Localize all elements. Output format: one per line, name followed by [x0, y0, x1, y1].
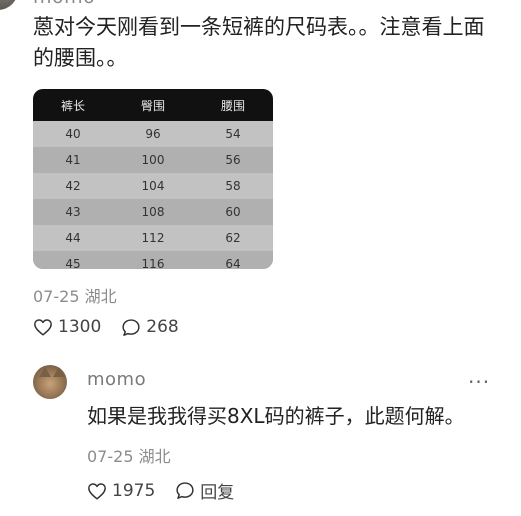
reply-like-count: 1975 — [112, 480, 156, 501]
header-length: 裤长 — [33, 89, 113, 121]
cell: 40 — [33, 121, 113, 147]
cell: 42 — [33, 173, 113, 199]
cell: 62 — [193, 225, 273, 251]
header-hip: 臀围 — [113, 89, 193, 121]
cell: 43 — [33, 199, 113, 225]
heart-icon — [34, 319, 52, 336]
reply-date: 07-25 — [87, 447, 134, 466]
comment-bubble-icon — [176, 482, 194, 499]
cell: 64 — [193, 251, 273, 269]
cell: 54 — [193, 121, 273, 147]
more-dots-icon[interactable]: ··· — [468, 370, 490, 394]
reply-location: 湖北 — [138, 447, 171, 466]
reply-author-name[interactable]: momo — [87, 369, 146, 390]
table-row: 44 112 62 — [33, 225, 273, 251]
cell: 60 — [193, 199, 273, 225]
author-avatar[interactable] — [0, 0, 18, 10]
cell: 96 — [113, 121, 193, 147]
comment-count: 268 — [146, 317, 179, 337]
cell: 44 — [33, 225, 113, 251]
post-actions: 1300 268 — [33, 317, 199, 337]
cell: 45 — [33, 251, 113, 269]
author-name[interactable]: momo — [33, 0, 95, 8]
cell: 58 — [193, 173, 273, 199]
cell: 108 — [113, 199, 193, 225]
header-waist: 腰围 — [193, 89, 273, 121]
table-row: 41 100 56 — [33, 147, 273, 173]
post-location: 湖北 — [84, 287, 117, 306]
reply-meta: 07-25 湖北 — [87, 443, 171, 467]
reply-text: 如果是我我得买8XL码的裤子，此题何解。 — [87, 404, 465, 428]
post-meta: 07-25 湖北 — [33, 283, 117, 307]
reply-actions: 1975 回复 — [87, 478, 254, 503]
heart-icon — [88, 482, 106, 500]
comment-bubble-icon — [122, 318, 140, 336]
cell: 100 — [113, 147, 193, 173]
table-row: 45 116 64 — [33, 251, 273, 269]
post-text: 蒽对今天刚看到一条短裤的尺码表。。注意看上面的腰围。。 — [33, 15, 485, 70]
reply-like-button[interactable]: 1975 — [87, 481, 155, 501]
like-button[interactable]: 1300 — [33, 317, 101, 337]
comment-button[interactable]: 268 — [121, 317, 179, 337]
size-table: 裤长 臀围 腰围 40 96 54 41 100 56 42 104 58 43… — [33, 89, 273, 269]
cell: 41 — [33, 147, 113, 173]
reply-label: 回复 — [200, 483, 235, 503]
table-row: 40 96 54 — [33, 121, 273, 147]
avatar-ear-left — [39, 367, 51, 377]
cell: 56 — [193, 147, 273, 173]
reply-avatar[interactable] — [33, 365, 67, 399]
post-date: 07-25 — [33, 287, 80, 306]
table-row: 42 104 58 — [33, 173, 273, 199]
avatar-ear-right — [53, 367, 65, 377]
size-chart-image[interactable]: 裤长 臀围 腰围 40 96 54 41 100 56 42 104 58 43… — [33, 89, 273, 269]
table-row: 43 108 60 — [33, 199, 273, 225]
cell: 116 — [113, 251, 193, 269]
cell: 104 — [113, 173, 193, 199]
cell: 112 — [113, 225, 193, 251]
like-count: 1300 — [58, 317, 102, 337]
reply-button[interactable]: 回复 — [175, 478, 234, 503]
